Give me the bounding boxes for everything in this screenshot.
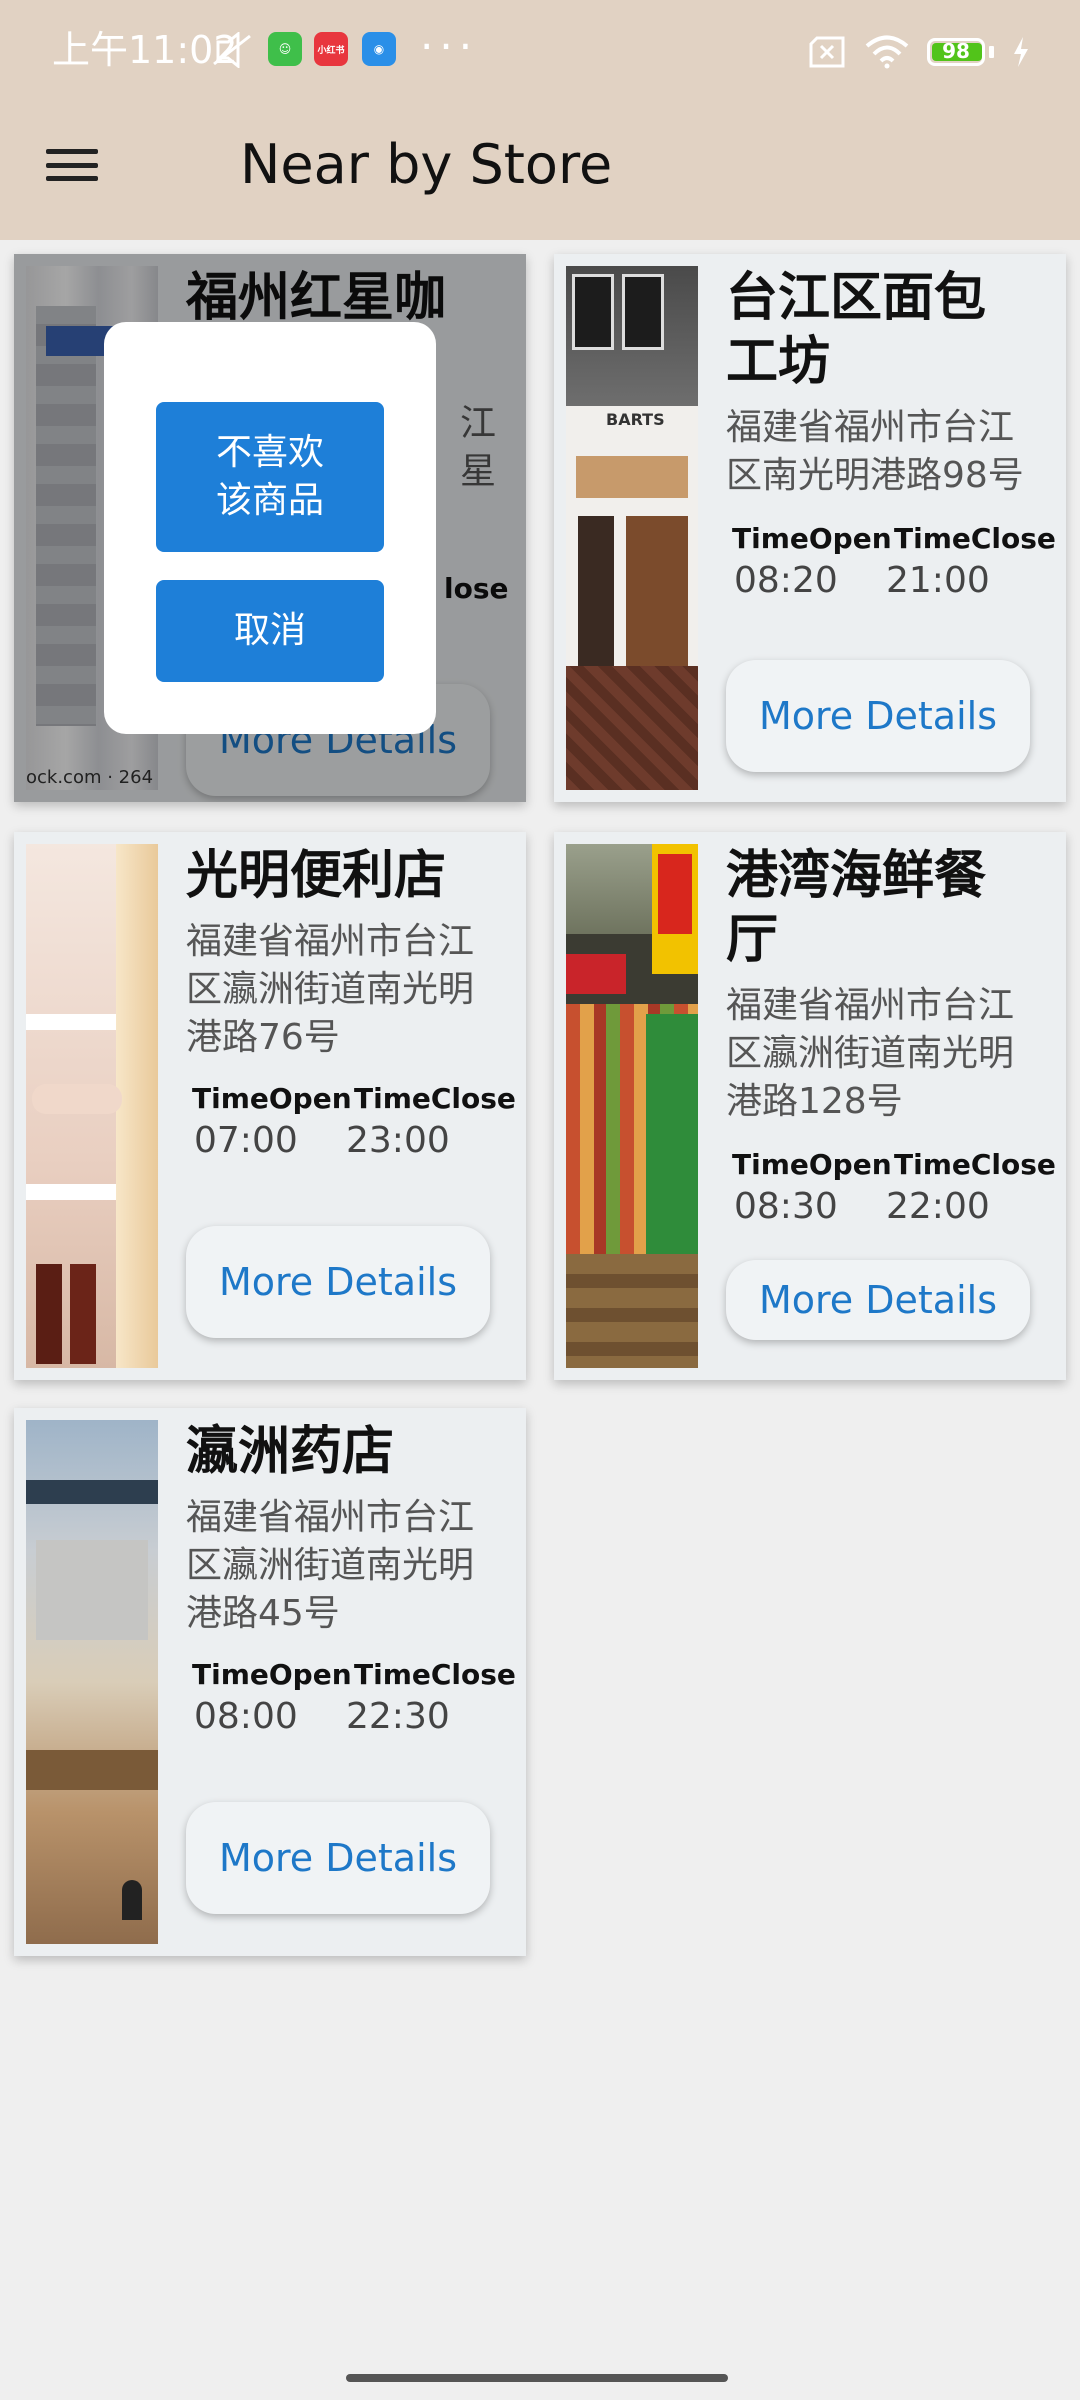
sim-card-x-icon	[809, 36, 845, 68]
dislike-popup: 不喜欢 该商品 取消	[104, 322, 436, 734]
menu-button[interactable]	[40, 145, 104, 185]
more-details-button[interactable]: More Details	[186, 1226, 490, 1338]
store-address-line: 福建省福州市台江	[726, 407, 1015, 448]
time-close-label: TimeClose	[354, 1658, 516, 1691]
store-address-line: 港路45号	[186, 1593, 340, 1634]
time-close-label: TimeClose	[894, 522, 1056, 555]
hamburger-line	[46, 162, 98, 168]
status-bar: 上午11:02 ☺ 小红书 ◉ ··· 98	[0, 0, 1080, 100]
dislike-label-line: 该商品	[215, 480, 324, 521]
store-address-line: 福建省福州市台江	[186, 921, 475, 962]
dislike-button[interactable]: 不喜欢 该商品	[156, 402, 384, 552]
store-image: BARTS	[566, 266, 698, 790]
hamburger-line	[46, 176, 98, 181]
time-close-value: 23:00	[346, 1120, 450, 1161]
time-close-label: TimeClose	[354, 1082, 516, 1115]
store-card[interactable]: 港湾海鲜餐 厅 福建省福州市台江 区瀛洲街道南光明 港路128号 TimeOpe…	[554, 832, 1066, 1380]
time-close-value: 21:00	[886, 560, 990, 601]
store-card[interactable]: 瀛洲药店 福建省福州市台江 区瀛洲街道南光明 港路45号 TimeOpen Ti…	[14, 1408, 526, 1956]
time-open-value: 08:00	[194, 1696, 298, 1737]
store-name: 港湾海鲜餐 厅	[726, 844, 1026, 972]
battery-icon: 98	[927, 38, 985, 66]
store-address-line: 区南光明港路98号	[726, 455, 1024, 496]
time-open-value: 07:00	[194, 1120, 298, 1161]
chat-notification-icon: ◉	[362, 32, 396, 66]
store-address-line: 福建省福州市台江	[726, 985, 1015, 1026]
store-address-line: 区瀛洲街道南光明	[186, 1545, 475, 1586]
time-open-value: 08:20	[734, 560, 838, 601]
home-indicator[interactable]	[346, 2374, 728, 2382]
dislike-label-line: 不喜欢	[215, 432, 324, 473]
xiaohongshu-notification-icon: 小红书	[314, 32, 348, 66]
store-name-line: 工坊	[726, 332, 831, 392]
store-image	[26, 844, 158, 1368]
more-notifications-icon: ···	[420, 22, 479, 71]
store-card[interactable]: 光明便利店 福建省福州市台江 区瀛洲街道南光明 港路76号 TimeOpen T…	[14, 832, 526, 1380]
store-address-line: 港路76号	[186, 1017, 340, 1058]
wifi-icon	[865, 35, 909, 69]
time-open-label: TimeOpen	[192, 1658, 352, 1691]
store-address-line: 福建省福州市台江	[186, 1497, 475, 1538]
time-close-label: TimeClose	[894, 1148, 1056, 1181]
store-address-line: 港路128号	[726, 1081, 903, 1122]
hamburger-menu-icon	[46, 149, 98, 154]
charging-icon	[1014, 37, 1028, 67]
system-icons: 98	[807, 30, 1030, 74]
app-header: 上午11:02 ☺ 小红书 ◉ ··· 98 Near by Store	[0, 0, 1080, 240]
storefront-sign: BARTS	[606, 410, 665, 429]
store-image	[26, 1420, 158, 1944]
store-name: 瀛洲药店	[186, 1422, 395, 1482]
more-details-button[interactable]: More Details	[186, 1802, 490, 1914]
status-time: 上午11:02	[52, 28, 238, 72]
store-name: 光明便利店	[186, 846, 447, 906]
time-open-label: TimeOpen	[732, 1148, 892, 1181]
store-name: 台江区面包 工坊	[726, 266, 1026, 394]
store-card[interactable]: BARTS 台江区面包 工坊 福建省福州市台江 区南光明港路98号 TimeOp…	[554, 254, 1066, 802]
page-title: Near by Store	[240, 133, 613, 196]
app-notification-icon: ☺	[268, 32, 302, 66]
battery-tip	[989, 46, 994, 58]
store-name-line: 港湾海鲜餐	[726, 846, 987, 906]
more-details-button[interactable]: More Details	[726, 660, 1030, 772]
time-close-value: 22:30	[346, 1696, 450, 1737]
time-open-label: TimeOpen	[192, 1082, 352, 1115]
mute-icon	[213, 32, 251, 68]
time-close-value: 22:00	[886, 1186, 990, 1227]
time-open-label: TimeOpen	[732, 522, 892, 555]
time-open-value: 08:30	[734, 1186, 838, 1227]
store-address-line: 区瀛洲街道南光明	[186, 969, 475, 1010]
store-image	[566, 844, 698, 1368]
more-details-button[interactable]: More Details	[726, 1260, 1030, 1340]
cancel-button[interactable]: 取消	[156, 580, 384, 682]
store-name-line: 厅	[726, 910, 779, 970]
store-address-line: 区瀛洲街道南光明	[726, 1033, 1015, 1074]
store-name-line: 台江区面包	[726, 268, 987, 328]
